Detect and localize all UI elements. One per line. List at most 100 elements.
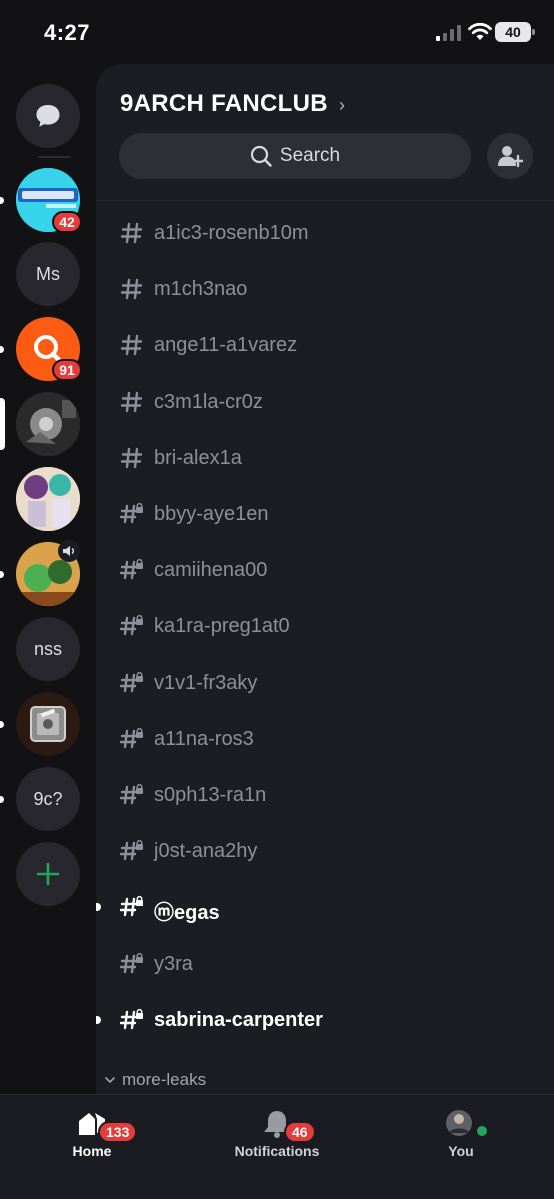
home-badge: 133 [98, 1121, 138, 1143]
server-cartoon[interactable] [16, 540, 80, 606]
category-label: more-leaks [122, 1070, 207, 1089]
server-nss-label: nss [16, 617, 80, 681]
channel-name: bri-alex1a [154, 446, 242, 469]
server-ms[interactable]: Ms [16, 242, 80, 306]
text-channel-icon [120, 222, 143, 244]
channel-name: ange11-a1varez [154, 334, 298, 357]
locked-channel-icon [120, 615, 143, 636]
status-time: 4:27 [44, 20, 91, 45]
speaker-icon [63, 546, 74, 556]
locked-channel-icon [120, 783, 143, 805]
locked-channel-icon [120, 952, 143, 973]
channel-item[interactable]: sabrina-carpenter [96, 998, 554, 1042]
unread-indicator [96, 903, 101, 912]
cellular-signal-icon [436, 25, 461, 41]
selected-server-indicator [0, 398, 5, 450]
channel-name: ⓜegas [154, 902, 220, 925]
channel-item[interactable]: y3ra [96, 942, 554, 986]
channel-item[interactable]: bri-alex1a [96, 436, 554, 480]
server-9c-label: 9c? [16, 767, 80, 831]
channel-name: a11na-ros3 [154, 727, 254, 750]
wifi-icon [468, 22, 492, 40]
channel-item[interactable]: s0ph13-ra1n [96, 773, 554, 817]
channel-panel: 9ARCH FANCLUB › Search a1ic3-rosenb10m m1… [96, 64, 554, 1094]
status-bar: 4:27 40 [0, 0, 554, 64]
battery-indicator: 40 [495, 22, 535, 42]
channel-name: camiihena00 [154, 559, 268, 582]
server-yourworld[interactable]: 42 [16, 168, 82, 233]
server-anime-image [16, 467, 80, 531]
locked-channel-icon [120, 1008, 143, 1029]
online-status-indicator [474, 1123, 490, 1139]
server-safe[interactable] [16, 692, 80, 756]
nav-you-label: You [448, 1143, 474, 1159]
channel-item[interactable]: ⓜegas [96, 885, 554, 929]
nav-you[interactable]: You [401, 1109, 521, 1159]
channel-item[interactable]: a1ic3-rosenb10m [96, 211, 554, 255]
unread-indicator [0, 197, 4, 204]
server-anime[interactable] [16, 467, 80, 531]
header-divider [96, 200, 554, 201]
channel-name: sabrina-carpenter [154, 1008, 323, 1031]
channel-name: y3ra [154, 952, 193, 975]
channel-name: ka1ra-preg1at0 [154, 615, 290, 638]
unread-indicator [0, 346, 4, 353]
safe-box-icon [30, 706, 66, 742]
add-server-button[interactable] [16, 842, 80, 906]
channel-item[interactable]: j0st-ana2hy [96, 829, 554, 873]
locked-channel-icon [120, 896, 143, 917]
text-channel-icon [120, 447, 143, 468]
plus-icon [36, 862, 60, 886]
voice-activity-indicator [58, 540, 80, 562]
channel-name: m1ch3nao [154, 278, 248, 301]
channel-name: bbyy-aye1en [154, 503, 269, 525]
channel-name: j0st-ana2hy [154, 840, 258, 863]
channel-item[interactable]: bbyy-aye1en [96, 492, 554, 536]
server-badge: 42 [52, 211, 82, 233]
search-icon [250, 145, 272, 167]
locked-channel-icon [120, 502, 143, 524]
direct-messages-button[interactable] [16, 84, 80, 148]
server-9c[interactable]: 9c? [16, 767, 80, 831]
chevron-down-icon [105, 1077, 115, 1084]
nav-notifications[interactable]: Notifications [217, 1109, 337, 1159]
channel-item[interactable]: a11na-ros3 [96, 717, 554, 761]
server-badge: 91 [52, 359, 82, 381]
server-orange[interactable]: 91 [16, 317, 82, 381]
server-nss[interactable]: nss [16, 617, 80, 681]
locked-channel-icon [120, 671, 143, 692]
channel-item[interactable]: v1v1-fr3aky [96, 661, 554, 705]
text-channel-icon [120, 391, 143, 412]
server-selected[interactable] [16, 392, 80, 456]
channel-item[interactable]: c3m1la-cr0z [96, 380, 554, 424]
server-flower-image [16, 392, 80, 456]
channel-item[interactable]: ka1ra-preg1at0 [96, 604, 554, 648]
channel-name: v1v1-fr3aky [154, 671, 258, 694]
guild-title[interactable]: 9ARCH FANCLUB [120, 90, 328, 118]
nav-notifications-label: Notifications [234, 1143, 320, 1159]
text-channel-icon [120, 335, 143, 356]
locked-channel-icon [120, 559, 143, 580]
bottom-navigation: Home 133 Notifications 46 You [0, 1094, 554, 1199]
nav-home-label: Home [72, 1143, 112, 1159]
search-label: Search [279, 145, 341, 166]
server-rail: 42 Ms 91 nss 9c? [0, 64, 96, 1094]
add-member-icon [498, 146, 523, 168]
notifications-badge: 46 [284, 1121, 316, 1143]
search-button[interactable]: Search [119, 133, 471, 179]
channel-name: c3m1la-cr0z [154, 390, 263, 413]
locked-channel-icon [120, 727, 143, 748]
unread-indicator [0, 571, 4, 578]
unread-indicator [96, 1015, 101, 1024]
channel-name: a1ic3-rosenb10m [154, 222, 309, 244]
chat-bubble-icon [36, 105, 60, 127]
channel-item[interactable]: m1ch3nao [96, 267, 554, 311]
text-channel-icon [120, 278, 143, 300]
unread-indicator [0, 796, 4, 803]
invite-members-button[interactable] [487, 133, 533, 179]
channel-item[interactable]: ange11-a1varez [96, 323, 554, 367]
channel-item[interactable]: camiihena00 [96, 548, 554, 592]
user-avatar [446, 1110, 472, 1136]
category-more-leaks[interactable]: more-leaks [104, 1070, 206, 1090]
chevron-right-icon[interactable]: › [339, 95, 345, 116]
